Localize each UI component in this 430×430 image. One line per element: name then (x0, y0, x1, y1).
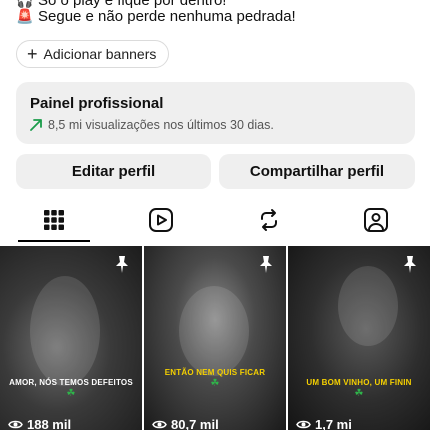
edit-profile-button[interactable]: Editar perfil (16, 154, 211, 189)
post-thumbnail[interactable]: AMOR, NÓS TEMOS DEFEITOS ☘ 188 mil (0, 246, 142, 430)
tab-posts[interactable] (0, 196, 108, 244)
trending-up-icon (30, 119, 42, 131)
panel-title: Painel profissional (30, 95, 164, 112)
profile-tabs (0, 196, 430, 244)
view-count-text: 80,7 mil (171, 417, 219, 430)
view-count: 1,7 mi (296, 417, 352, 430)
tab-reposts[interactable] (215, 196, 323, 244)
eye-icon (152, 420, 167, 429)
view-count-text: 188 mil (27, 417, 72, 430)
pin-icon (116, 256, 128, 273)
face-silhouette (179, 286, 249, 376)
post-caption: AMOR, NÓS TEMOS DEFEITOS (9, 378, 133, 387)
post-caption: ENTÃO NEM QUIS FICAR (164, 368, 266, 377)
view-count: 188 mil (8, 417, 71, 430)
add-banners-button[interactable]: + Adicionar banners (16, 40, 170, 68)
tagged-icon (364, 208, 389, 232)
pin-icon (260, 256, 272, 273)
tab-tagged[interactable] (323, 196, 430, 244)
share-profile-button[interactable]: Compartilhar perfil (219, 154, 415, 189)
panel-subtitle-row: 8,5 mi visualizações nos últimos 30 dias… (30, 118, 401, 132)
reposts-icon (260, 209, 277, 231)
clover-icon: ☘ (354, 388, 364, 399)
eye-icon (296, 420, 311, 429)
clover-icon: ☘ (66, 388, 76, 399)
post-thumbnail[interactable]: UM BOM VINHO, UM FININ ☘ 1,7 mi (288, 246, 430, 430)
reels-icon (149, 208, 174, 232)
posts-grid: AMOR, NÓS TEMOS DEFEITOS ☘ 188 mil ENTÃO… (0, 246, 430, 430)
plus-icon: + (27, 44, 38, 64)
tab-reels[interactable] (108, 196, 216, 244)
panel-subtitle: 8,5 mi visualizações nos últimos 30 dias… (48, 118, 274, 132)
add-banners-label: Adicionar banners (43, 46, 157, 62)
post-thumbnail[interactable]: ENTÃO NEM QUIS FICAR ☘ 80,7 mil (144, 246, 286, 430)
view-count: 80,7 mil (152, 417, 219, 430)
bio-line-2: 🚨 Segue e não perde nenhuma pedrada! (16, 8, 296, 25)
clover-icon: ☘ (210, 378, 220, 389)
grid-icon (43, 210, 64, 230)
post-caption: UM BOM VINHO, UM FININ (306, 378, 412, 387)
siren-icon: 🚨 (16, 8, 34, 24)
view-count-text: 1,7 mi (315, 417, 352, 430)
bio-text-2: Segue e não perde nenhuma pedrada! (38, 8, 296, 25)
professional-dashboard[interactable]: Painel profissional 8,5 mi visualizações… (16, 82, 415, 144)
pin-icon (404, 256, 416, 273)
couple-silhouette (30, 276, 100, 386)
person-silhouette (338, 266, 398, 346)
eye-icon (8, 420, 23, 429)
